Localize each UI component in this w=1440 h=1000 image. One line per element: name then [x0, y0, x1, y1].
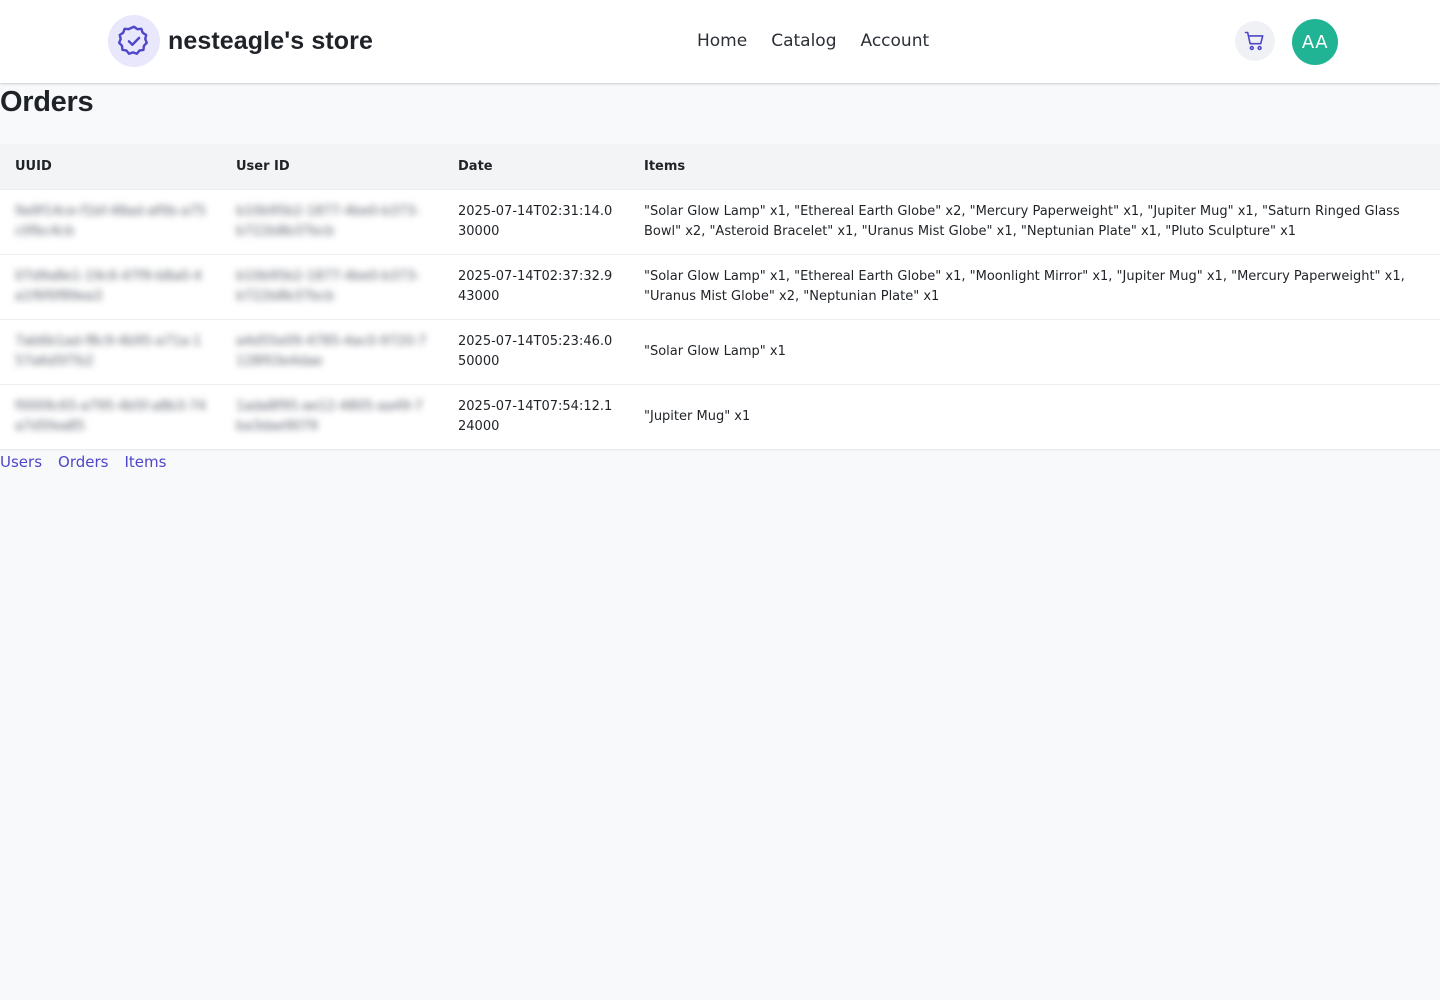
table-row: f0009c65-a795-4b5f-a8b3-74a7d5fea85 1ada…: [0, 383, 1440, 449]
redacted-uuid: 7ab6b1ad-f8c9-4b95-a71a-157a6d5f7b2: [15, 333, 202, 369]
top-navbar: nesteagle's store Home Catalog Account A…: [0, 0, 1440, 83]
link-users[interactable]: Users: [0, 451, 42, 473]
cell-date: 2025-07-14T02:37:32.943000: [443, 253, 629, 319]
column-header-items: Items: [629, 144, 1440, 189]
cell-user-id: b10b95b2-1877-4be0-b373-b722b8b37bcb: [221, 253, 443, 319]
cell-items: "Jupiter Mug" x1: [629, 383, 1440, 449]
redacted-uuid: 9a9f14ce-f1bf-48ad-af0b-a75c0fbc4cb: [15, 203, 206, 239]
cell-uuid: f0009c65-a795-4b5f-a8b3-74a7d5fea85: [0, 383, 221, 449]
user-avatar[interactable]: AA: [1292, 19, 1338, 65]
cart-button[interactable]: [1235, 21, 1275, 61]
cart-icon: [1244, 31, 1264, 51]
cell-date: 2025-07-14T07:54:12.124000: [443, 383, 629, 449]
page-title: Orders: [0, 86, 94, 118]
table-header-row: UUID User ID Date Items: [0, 144, 1440, 189]
cell-uuid: 7ab6b1ad-f8c9-4b95-a71a-157a6d5f7b2: [0, 318, 221, 384]
link-items[interactable]: Items: [124, 451, 166, 473]
column-header-user-id: User ID: [221, 144, 443, 189]
redacted-user-id: a4d55e09-4785-4ac0-9720-7128f03e4dae: [236, 333, 427, 369]
admin-links: Users Orders Items: [0, 451, 166, 473]
redacted-user-id: b10b95b2-1877-4be0-b373-b722b8b37bcb: [236, 203, 420, 239]
column-header-uuid: UUID: [0, 144, 221, 189]
nav-catalog[interactable]: Catalog: [771, 28, 836, 54]
redacted-uuid: 07d9a8e1-19c6-47f9-b8a0-4a1f6f0f89ea3: [15, 268, 202, 304]
cell-user-id: a4d55e09-4785-4ac0-9720-7128f03e4dae: [221, 318, 443, 384]
table-row: 9a9f14ce-f1bf-48ad-af0b-a75c0fbc4cb b10b…: [0, 188, 1440, 254]
table-row: 07d9a8e1-19c6-47f9-b8a0-4a1f6f0f89ea3 b1…: [0, 253, 1440, 319]
cell-date: 2025-07-14T05:23:46.050000: [443, 318, 629, 384]
redacted-user-id: b10b95b2-1877-4be0-b373-b722b8b37bcb: [236, 268, 420, 304]
cell-uuid: 9a9f14ce-f1bf-48ad-af0b-a75c0fbc4cb: [0, 188, 221, 254]
main-nav: Home Catalog Account: [697, 28, 953, 54]
cell-date: 2025-07-14T02:31:14.030000: [443, 188, 629, 254]
column-header-date: Date: [443, 144, 629, 189]
cell-items: "Solar Glow Lamp" x1, "Ethereal Earth Gl…: [629, 253, 1440, 319]
cell-items: "Solar Glow Lamp" x1, "Ethereal Earth Gl…: [629, 188, 1440, 254]
redacted-user-id: 1ada8f95-ae12-4805-aa49-7ba3dae9079: [236, 398, 423, 434]
redacted-uuid: f0009c65-a795-4b5f-a8b3-74a7d5fea85: [15, 398, 206, 434]
link-orders[interactable]: Orders: [58, 451, 108, 473]
orders-table: UUID User ID Date Items 9a9f14ce-f1bf-48…: [0, 144, 1440, 449]
nav-account[interactable]: Account: [861, 28, 930, 54]
cell-items: "Solar Glow Lamp" x1: [629, 318, 1440, 384]
cell-user-id: b10b95b2-1877-4be0-b373-b722b8b37bcb: [221, 188, 443, 254]
store-brand-link[interactable]: nesteagle's store: [108, 15, 373, 67]
verified-badge-icon: [108, 15, 160, 67]
store-name: nesteagle's store: [168, 26, 373, 55]
cell-uuid: 07d9a8e1-19c6-47f9-b8a0-4a1f6f0f89ea3: [0, 253, 221, 319]
cell-user-id: 1ada8f95-ae12-4805-aa49-7ba3dae9079: [221, 383, 443, 449]
nav-home[interactable]: Home: [697, 28, 747, 54]
table-row: 7ab6b1ad-f8c9-4b95-a71a-157a6d5f7b2 a4d5…: [0, 318, 1440, 384]
